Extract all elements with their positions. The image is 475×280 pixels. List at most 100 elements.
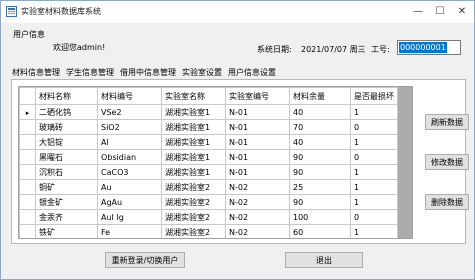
tab-lab-settings[interactable]: 实验室设置	[179, 67, 225, 79]
relogin-button[interactable]: 重新登录/切换用户	[105, 252, 185, 268]
table-cell[interactable]: 黑曜石	[35, 149, 98, 165]
table-cell[interactable]: 湖湘实验室1	[161, 104, 226, 120]
table-cell[interactable]: 1	[350, 104, 398, 120]
row-header[interactable]	[19, 119, 36, 135]
table-row[interactable]: 沉积石 CaCO3 湖湘实验室1 N-01 90 1	[19, 164, 398, 180]
tab-student-info[interactable]: 学生信息管理	[63, 67, 117, 79]
table-cell[interactable]: 湖湘实验室2	[161, 194, 226, 210]
table-cell[interactable]: 70	[289, 119, 351, 135]
table-cell[interactable]: N-01	[225, 164, 290, 180]
row-header[interactable]: ▸	[19, 104, 36, 120]
tab-borrowing-info[interactable]: 借用中信息管理	[117, 67, 179, 79]
table-row[interactable]: 金汞齐 AuI Ig 湖湘实验室2 N-02 100 0	[19, 209, 398, 225]
table-cell[interactable]: N-01	[225, 149, 290, 165]
table-row[interactable]: 银金矿 AgAu 湖湘实验室2 N-02 90 1	[19, 194, 398, 210]
main-window: 实验室材料数据库系统 — ☐ ✕ 用户信息 欢迎您admin! 系统日期: 20…	[0, 0, 475, 280]
table-row[interactable]: 大铝锭 Al 湖湘实验室1 N-01 40 1	[19, 134, 398, 150]
table-cell[interactable]: AgAu	[97, 194, 162, 210]
column-header[interactable]: 实验室名称	[161, 87, 226, 105]
refresh-data-button[interactable]: 刷新数据	[425, 114, 469, 130]
delete-data-button[interactable]: 删除数据	[425, 194, 469, 210]
table-cell[interactable]: N-02	[225, 224, 290, 238]
table-cell[interactable]: 湖湘实验室1	[161, 134, 226, 150]
table-cell[interactable]: Au	[97, 179, 162, 195]
table-cell[interactable]: 60	[289, 224, 351, 238]
table-cell[interactable]: 铜矿	[35, 179, 98, 195]
column-header[interactable]: 是否最损坏	[350, 87, 398, 105]
table-cell[interactable]: AuI Ig	[97, 209, 162, 225]
table-cell[interactable]: 湖湘实验室2	[161, 209, 226, 225]
tab-bar: 材料信息管理 学生信息管理 借用中信息管理 实验室设置 用户信息设置	[9, 67, 279, 79]
table-row[interactable]: 玻璃砖 SiO2 湖湘实验室1 N-01 70 0	[19, 119, 398, 135]
table-cell[interactable]: 银金矿	[35, 194, 98, 210]
table-cell[interactable]: 100	[289, 209, 351, 225]
table-cell[interactable]: 湖湘实验室2	[161, 224, 226, 238]
table-cell[interactable]: N-01	[225, 134, 290, 150]
table-cell[interactable]: 湖湘实验室1	[161, 119, 226, 135]
column-header[interactable]: 材料余量	[289, 87, 351, 105]
user-info-group-label: 用户信息	[13, 30, 45, 39]
tab-user-settings[interactable]: 用户信息设置	[225, 67, 279, 79]
row-header[interactable]	[19, 149, 36, 165]
material-table: 材料名称 材料编号 实验室名称 实验室编号 材料余量 是否最损坏 ▸ 二硒化钨 VS…	[19, 87, 398, 238]
table-cell[interactable]: 铁矿	[35, 224, 98, 238]
row-header[interactable]	[19, 209, 36, 225]
column-header[interactable]: 实验室编号	[225, 87, 290, 105]
table-cell[interactable]: 金汞齐	[35, 209, 98, 225]
table-cell[interactable]: Al	[97, 134, 162, 150]
column-header[interactable]: 材料编号	[97, 87, 162, 105]
table-cell[interactable]: N-02	[225, 194, 290, 210]
table-cell[interactable]: 1	[350, 179, 398, 195]
table-cell[interactable]: Obsidian	[97, 149, 162, 165]
table-cell[interactable]: 沉积石	[35, 164, 98, 180]
minimize-button[interactable]: —	[408, 3, 428, 19]
table-cell[interactable]: 40	[289, 104, 351, 120]
row-header[interactable]	[19, 134, 36, 150]
table-cell[interactable]: 大铝锭	[35, 134, 98, 150]
table-cell[interactable]: 湖湘实验室2	[161, 179, 226, 195]
table-cell[interactable]: 湖湘实验室1	[161, 149, 226, 165]
table-cell[interactable]: N-01	[225, 104, 290, 120]
table-cell[interactable]: 1	[350, 194, 398, 210]
table-cell[interactable]: 湖湘实验室1	[161, 164, 226, 180]
modify-data-button[interactable]: 修改数据	[425, 154, 469, 170]
maximize-button[interactable]: ☐	[430, 3, 450, 19]
material-data-grid[interactable]: 材料名称 材料编号 实验室名称 实验室编号 材料余量 是否最损坏 ▸ 二硒化钨 VS…	[18, 86, 413, 239]
row-header[interactable]	[19, 224, 36, 238]
employee-id-field[interactable]: 000000001	[397, 40, 461, 55]
close-button[interactable]: ✕	[452, 3, 472, 19]
table-cell[interactable]: SiO2	[97, 119, 162, 135]
exit-button[interactable]: 退出	[285, 252, 363, 268]
table-cell[interactable]: 1	[350, 164, 398, 180]
table-cell[interactable]: N-02	[225, 209, 290, 225]
table-cell[interactable]: 1	[350, 134, 398, 150]
tab-panel: 材料名称 材料编号 实验室名称 实验室编号 材料余量 是否最损坏 ▸ 二硒化钨 VS…	[11, 79, 469, 244]
table-cell[interactable]: Fe	[97, 224, 162, 238]
table-cell[interactable]: 0	[350, 209, 398, 225]
current-row-indicator-icon: ▸	[25, 108, 30, 117]
table-cell[interactable]: 25	[289, 179, 351, 195]
table-cell[interactable]: 1	[350, 224, 398, 238]
table-row[interactable]: 铁矿 Fe 湖湘实验室2 N-02 60 1	[19, 224, 398, 238]
table-cell[interactable]: 90	[289, 149, 351, 165]
table-cell[interactable]: 0	[350, 119, 398, 135]
table-cell[interactable]: 90	[289, 194, 351, 210]
row-header[interactable]	[19, 194, 36, 210]
column-header[interactable]: 材料名称	[35, 87, 98, 105]
table-cell[interactable]: VSe2	[97, 104, 162, 120]
table-row[interactable]: 黑曜石 Obsidian 湖湘实验室1 N-01 90 0	[19, 149, 398, 165]
table-cell[interactable]: N-02	[225, 179, 290, 195]
table-cell[interactable]: CaCO3	[97, 164, 162, 180]
table-cell[interactable]: 90	[289, 164, 351, 180]
row-header[interactable]	[19, 179, 36, 195]
row-header[interactable]	[19, 164, 36, 180]
table-row[interactable]: 铜矿 Au 湖湘实验室2 N-02 25 1	[19, 179, 398, 195]
tab-material-info[interactable]: 材料信息管理	[9, 67, 63, 79]
table-cell[interactable]: 二硒化钨	[35, 104, 98, 120]
app-icon	[6, 6, 17, 17]
table-cell[interactable]: N-01	[225, 119, 290, 135]
table-row[interactable]: ▸ 二硒化钨 VSe2 湖湘实验室1 N-01 40 1	[19, 104, 398, 120]
table-cell[interactable]: 玻璃砖	[35, 119, 98, 135]
table-cell[interactable]: 40	[289, 134, 351, 150]
table-cell[interactable]: 0	[350, 149, 398, 165]
